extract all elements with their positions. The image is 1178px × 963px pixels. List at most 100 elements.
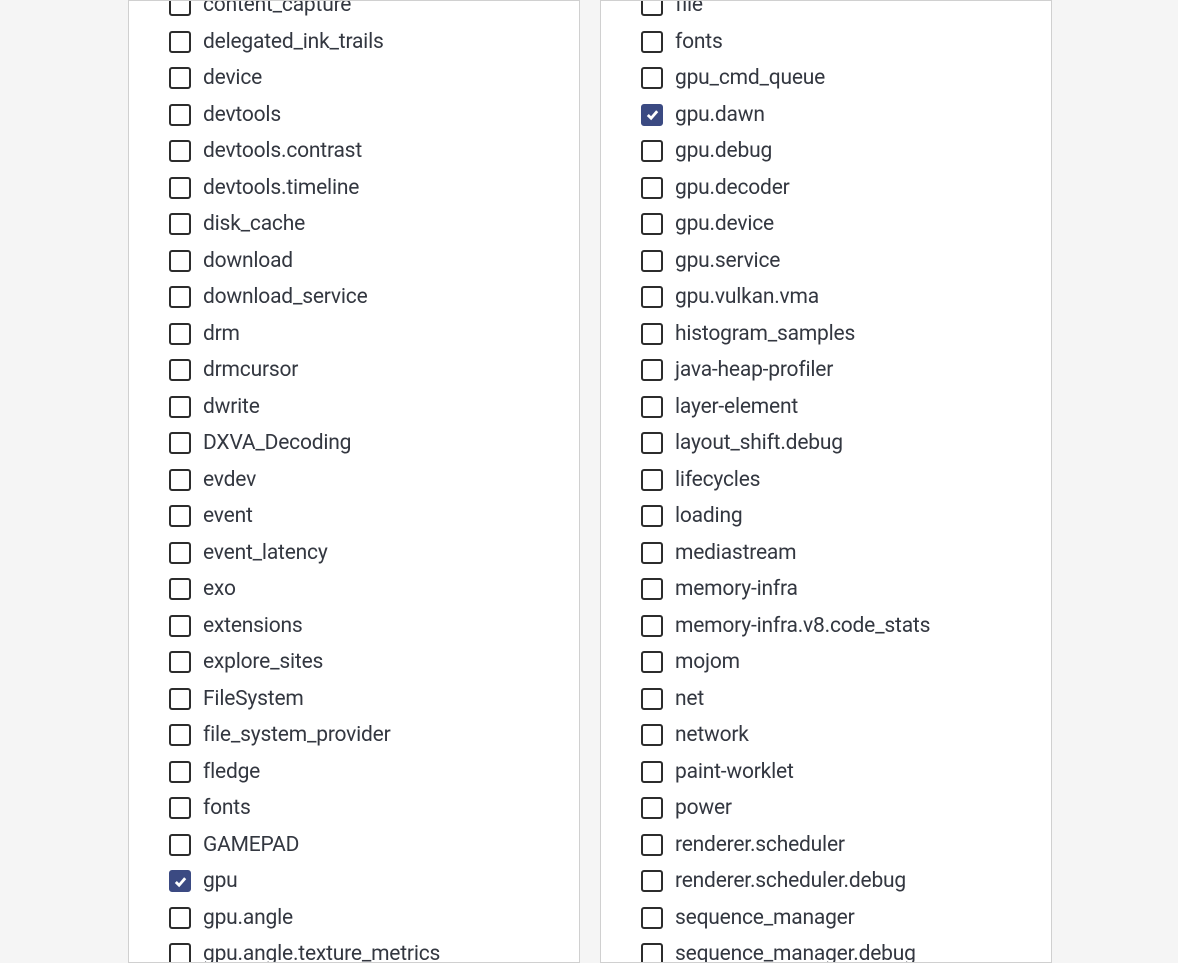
checkbox-lifecycles[interactable] <box>641 469 663 491</box>
category-row-gpu-vulkan-vma[interactable]: gpu.vulkan.vma <box>601 279 1051 316</box>
checkbox-memory-infra-v8-code-stats[interactable] <box>641 615 663 637</box>
checkbox-devtools-contrast[interactable] <box>169 140 191 162</box>
category-row-drmcursor[interactable]: drmcursor <box>129 352 579 389</box>
checkbox-loading[interactable] <box>641 505 663 527</box>
checkbox-fonts[interactable] <box>169 797 191 819</box>
checkbox-gpu-angle[interactable] <box>169 907 191 929</box>
category-row-delegated-ink-trails[interactable]: delegated_ink_trails <box>129 24 579 61</box>
category-row-fonts[interactable]: fonts <box>601 24 1051 61</box>
checkbox-delegated-ink-trails[interactable] <box>169 31 191 53</box>
checkbox-histogram-samples[interactable] <box>641 323 663 345</box>
checkbox-extensions[interactable] <box>169 615 191 637</box>
category-row-net[interactable]: net <box>601 681 1051 718</box>
category-row-file-system-provider[interactable]: file_system_provider <box>129 717 579 754</box>
checkbox-layer-element[interactable] <box>641 396 663 418</box>
category-row-memory-infra[interactable]: memory-infra <box>601 571 1051 608</box>
category-row-fledge[interactable]: fledge <box>129 754 579 791</box>
category-row-sequence-manager[interactable]: sequence_manager <box>601 900 1051 937</box>
checkbox-network[interactable] <box>641 724 663 746</box>
category-row-devtools-contrast[interactable]: devtools.contrast <box>129 133 579 170</box>
category-row-layout-shift-debug[interactable]: layout_shift.debug <box>601 425 1051 462</box>
checkbox-sequence-manager-debug[interactable] <box>641 943 663 963</box>
checkbox-net[interactable] <box>641 688 663 710</box>
category-row-disk-cache[interactable]: disk_cache <box>129 206 579 243</box>
checkbox-devtools-timeline[interactable] <box>169 177 191 199</box>
checkbox-gpu-debug[interactable] <box>641 140 663 162</box>
category-row-exo[interactable]: exo <box>129 571 579 608</box>
checkbox-event[interactable] <box>169 505 191 527</box>
checkbox-paint-worklet[interactable] <box>641 761 663 783</box>
category-row-device[interactable]: device <box>129 60 579 97</box>
category-row-memory-infra-v8-code-stats[interactable]: memory-infra.v8.code_stats <box>601 608 1051 645</box>
checkbox-gpu-dawn[interactable] <box>641 104 663 126</box>
checkbox-gpu-angle-texture-metrics[interactable] <box>169 943 191 963</box>
category-row-sequence-manager-debug[interactable]: sequence_manager.debug <box>601 936 1051 963</box>
category-row-download-service[interactable]: download_service <box>129 279 579 316</box>
category-row-renderer-scheduler-debug[interactable]: renderer.scheduler.debug <box>601 863 1051 900</box>
checkbox-download[interactable] <box>169 250 191 272</box>
checkbox-gpu-vulkan-vma[interactable] <box>641 286 663 308</box>
checkbox-drm[interactable] <box>169 323 191 345</box>
checkbox-mediastream[interactable] <box>641 542 663 564</box>
category-row-lifecycles[interactable]: lifecycles <box>601 462 1051 499</box>
category-row-devtools[interactable]: devtools <box>129 97 579 134</box>
checkbox-gpu[interactable] <box>169 870 191 892</box>
checkbox-gpu-cmd-queue[interactable] <box>641 67 663 89</box>
category-row-gpu-dawn[interactable]: gpu.dawn <box>601 97 1051 134</box>
checkbox-device[interactable] <box>169 67 191 89</box>
category-row-layer-element[interactable]: layer-element <box>601 389 1051 426</box>
checkbox-renderer-scheduler[interactable] <box>641 834 663 856</box>
category-row-gpu-cmd-queue[interactable]: gpu_cmd_queue <box>601 60 1051 97</box>
category-row-gpu[interactable]: gpu <box>129 863 579 900</box>
checkbox-fonts[interactable] <box>641 31 663 53</box>
category-row-evdev[interactable]: evdev <box>129 462 579 499</box>
checkbox-memory-infra[interactable] <box>641 578 663 600</box>
checkbox-drmcursor[interactable] <box>169 359 191 381</box>
checkbox-gpu-service[interactable] <box>641 250 663 272</box>
category-row-event[interactable]: event <box>129 498 579 535</box>
checkbox-java-heap-profiler[interactable] <box>641 359 663 381</box>
checkbox-file-system-provider[interactable] <box>169 724 191 746</box>
category-row-power[interactable]: power <box>601 790 1051 827</box>
checkbox-exo[interactable] <box>169 578 191 600</box>
category-row-dxva-decoding[interactable]: DXVA_Decoding <box>129 425 579 462</box>
checkbox-gpu-decoder[interactable] <box>641 177 663 199</box>
checkbox-content-capture[interactable] <box>169 0 191 16</box>
category-row-gpu-decoder[interactable]: gpu.decoder <box>601 170 1051 207</box>
category-row-extensions[interactable]: extensions <box>129 608 579 645</box>
checkbox-sequence-manager[interactable] <box>641 907 663 929</box>
checkbox-devtools[interactable] <box>169 104 191 126</box>
checkbox-mojom[interactable] <box>641 651 663 673</box>
checkbox-event-latency[interactable] <box>169 542 191 564</box>
category-row-java-heap-profiler[interactable]: java-heap-profiler <box>601 352 1051 389</box>
category-row-renderer-scheduler[interactable]: renderer.scheduler <box>601 827 1051 864</box>
category-row-devtools-timeline[interactable]: devtools.timeline <box>129 170 579 207</box>
category-row-drm[interactable]: drm <box>129 316 579 353</box>
category-row-explore-sites[interactable]: explore_sites <box>129 644 579 681</box>
checkbox-power[interactable] <box>641 797 663 819</box>
category-row-paint-worklet[interactable]: paint-worklet <box>601 754 1051 791</box>
category-row-gpu-debug[interactable]: gpu.debug <box>601 133 1051 170</box>
category-row-histogram-samples[interactable]: histogram_samples <box>601 316 1051 353</box>
category-row-filesystem[interactable]: FileSystem <box>129 681 579 718</box>
checkbox-gpu-device[interactable] <box>641 213 663 235</box>
category-row-gpu-angle-texture-metrics[interactable]: gpu.angle.texture_metrics <box>129 936 579 963</box>
category-row-event-latency[interactable]: event_latency <box>129 535 579 572</box>
checkbox-fledge[interactable] <box>169 761 191 783</box>
checkbox-evdev[interactable] <box>169 469 191 491</box>
category-row-gpu-service[interactable]: gpu.service <box>601 243 1051 280</box>
checkbox-file[interactable] <box>641 0 663 16</box>
checkbox-filesystem[interactable] <box>169 688 191 710</box>
category-row-gpu-angle[interactable]: gpu.angle <box>129 900 579 937</box>
checkbox-gamepad[interactable] <box>169 834 191 856</box>
category-row-fonts[interactable]: fonts <box>129 790 579 827</box>
category-row-content-capture[interactable]: content_capture <box>129 0 579 24</box>
category-row-mojom[interactable]: mojom <box>601 644 1051 681</box>
checkbox-download-service[interactable] <box>169 286 191 308</box>
category-row-dwrite[interactable]: dwrite <box>129 389 579 426</box>
category-row-network[interactable]: network <box>601 717 1051 754</box>
checkbox-layout-shift-debug[interactable] <box>641 432 663 454</box>
checkbox-dxva-decoding[interactable] <box>169 432 191 454</box>
category-row-gpu-device[interactable]: gpu.device <box>601 206 1051 243</box>
category-row-gamepad[interactable]: GAMEPAD <box>129 827 579 864</box>
